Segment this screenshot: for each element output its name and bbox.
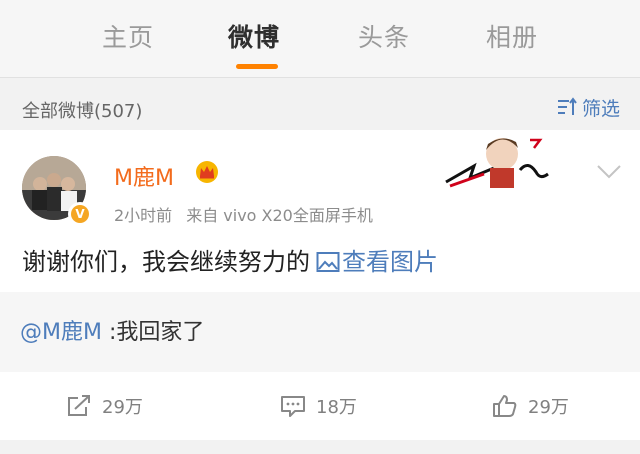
chevron-down-icon[interactable] (596, 164, 622, 180)
mention-link[interactable]: @M鹿M (20, 320, 102, 345)
tab-headlines[interactable]: 头条 (358, 18, 410, 62)
filter-icon (557, 97, 577, 115)
post-source: 来自 vivo X20全面屏手机 (186, 206, 373, 225)
comment-button[interactable]: 18万 (280, 392, 357, 420)
like-button[interactable]: 29万 (492, 392, 569, 420)
post-count-bar: 全部微博(507) 筛选 (0, 82, 640, 130)
comment-icon (281, 396, 305, 417)
repost-text: :我回家了 (101, 320, 205, 345)
active-tab-indicator (236, 64, 278, 69)
filter-button[interactable]: 筛选 (556, 94, 620, 120)
image-icon (316, 252, 340, 272)
repost-text-line: @M鹿M :我回家了 (20, 314, 204, 346)
profile-tab-bar: 主页 微博 头条 相册 (0, 0, 640, 78)
repost-count: 29万 (102, 397, 143, 418)
post-meta: 2小时前 来自 vivo X20全面屏手机 (114, 202, 373, 226)
comment-count: 18万 (316, 397, 357, 418)
like-count: 29万 (528, 397, 569, 418)
thumbs-up-icon (493, 395, 517, 417)
reposted-content[interactable]: @M鹿M :我回家了 (0, 292, 640, 372)
post-text: 谢谢你们，我会继续努力的 (22, 248, 310, 276)
post-action-bar: 29万 18万 29万 (0, 372, 640, 440)
view-image-link[interactable]: 查看图片 (316, 248, 438, 276)
tab-album[interactable]: 相册 (486, 18, 538, 62)
post-card[interactable]: V M鹿M 2小时前 来自 vivo X20全面屏手机 谢谢你们，我会继续努力的 查… (0, 130, 640, 292)
vip-crown-icon[interactable] (194, 160, 220, 184)
post-content: 谢谢你们，我会继续努力的 查看图片 (22, 242, 438, 277)
verified-badge-icon: V (68, 202, 92, 226)
post-count-label: 全部微博(507) (22, 101, 143, 122)
post-time: 2小时前 (114, 206, 173, 225)
promo-portrait-sticker (445, 138, 549, 188)
filter-label: 筛选 (581, 97, 620, 120)
card-separator (0, 440, 640, 454)
tab-home[interactable]: 主页 (102, 18, 154, 62)
repost-button[interactable]: 29万 (66, 392, 143, 420)
repost-icon (68, 395, 90, 416)
tab-weibo[interactable]: 微博 (228, 18, 280, 62)
post-username[interactable]: M鹿M (114, 160, 174, 192)
view-image-label: 查看图片 (342, 248, 438, 276)
